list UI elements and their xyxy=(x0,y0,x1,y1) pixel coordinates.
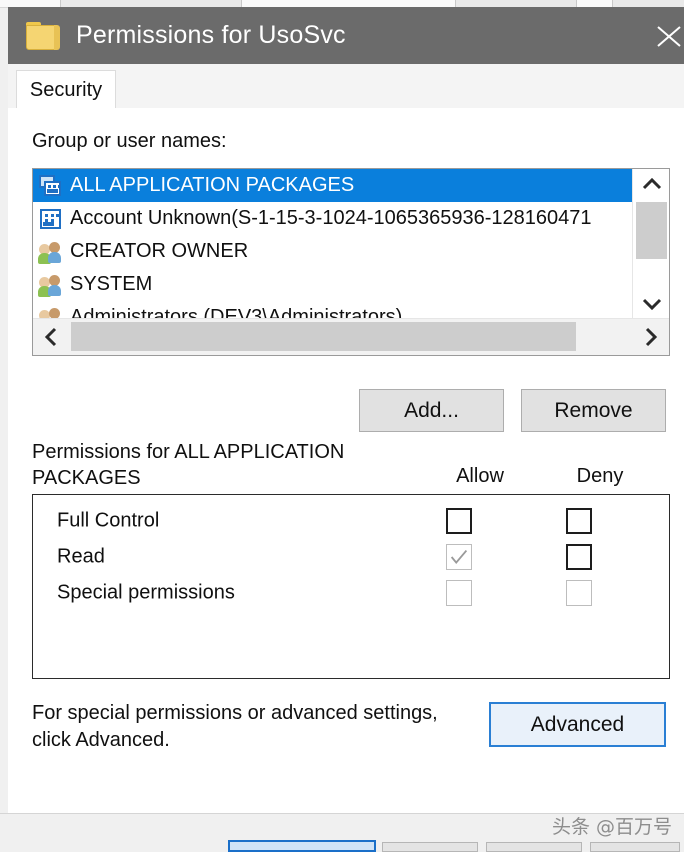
background-strip-notch xyxy=(612,0,684,7)
permissions-for-label: Permissions for ALL APPLICATION PACKAGES xyxy=(32,441,345,489)
chevron-right-icon xyxy=(645,327,658,346)
tab-security-label: Security xyxy=(29,78,103,101)
horizontal-scrollbar-thumb[interactable] xyxy=(71,322,576,351)
chevron-down-icon xyxy=(642,298,661,311)
permission-name: Read xyxy=(57,545,105,568)
add-button-label: Add... xyxy=(404,398,459,422)
permission-name: Full Control xyxy=(57,509,160,532)
folder-icon xyxy=(26,21,60,50)
window-title: Permissions for UsoSvc xyxy=(76,21,346,49)
advanced-hint-text: For special permissions or advanced sett… xyxy=(32,702,438,751)
group-list-items: ALL APPLICATION PACKAGES Account Unknown… xyxy=(33,169,632,319)
remove-button-label: Remove xyxy=(554,398,633,422)
list-item[interactable]: ALL APPLICATION PACKAGES xyxy=(33,169,632,202)
list-item-label: ALL APPLICATION PACKAGES xyxy=(70,174,355,196)
group-icon xyxy=(38,306,63,319)
allow-checkbox-full-control[interactable] xyxy=(446,508,472,534)
list-item-label: Account Unknown(S-1-15-3-1024-1065365936… xyxy=(70,207,592,229)
advanced-button-label: Advanced xyxy=(530,712,625,736)
deny-column-header: Deny xyxy=(576,465,624,487)
list-item[interactable]: Account Unknown(S-1-15-3-1024-1065365936… xyxy=(33,202,632,235)
scroll-up-button[interactable] xyxy=(633,169,670,199)
allow-checkbox-special-permissions xyxy=(446,580,472,606)
package-icon xyxy=(39,174,63,198)
scroll-right-button[interactable] xyxy=(633,319,669,354)
vertical-scrollbar-thumb[interactable] xyxy=(636,202,667,259)
checkmark-icon xyxy=(450,549,468,564)
remove-button[interactable]: Remove xyxy=(521,389,666,432)
advanced-button[interactable]: Advanced xyxy=(489,702,666,747)
list-item[interactable]: CREATOR OWNER xyxy=(33,235,632,268)
chevron-left-icon xyxy=(44,327,57,346)
chevron-up-icon xyxy=(642,177,661,190)
deny-checkbox-special-permissions xyxy=(566,580,592,606)
package-icon xyxy=(39,207,63,231)
permissions-dialog-window: Permissions for UsoSvc Security Group or… xyxy=(0,0,684,852)
horizontal-scrollbar[interactable] xyxy=(33,318,669,355)
add-button[interactable]: Add... xyxy=(359,389,504,432)
scroll-left-button[interactable] xyxy=(33,319,69,354)
watermark: 头条 @百万号 xyxy=(551,816,672,838)
tab-security[interactable]: Security xyxy=(16,70,116,109)
group-or-user-names-listbox[interactable]: ALL APPLICATION PACKAGES Account Unknown… xyxy=(32,168,670,356)
group-icon xyxy=(38,240,63,264)
allow-column-header: Allow xyxy=(456,465,504,487)
title-bar: Permissions for UsoSvc xyxy=(8,7,684,64)
list-item[interactable]: SYSTEM xyxy=(33,268,632,301)
permission-name: Special permissions xyxy=(57,581,235,604)
close-icon xyxy=(657,25,681,47)
permissions-table: Full Control Read Special permissions xyxy=(32,494,670,679)
background-strip-notch xyxy=(60,0,242,7)
security-tab-page: Group or user names: ALL APPLICATION PAC… xyxy=(8,108,684,813)
vertical-scrollbar[interactable] xyxy=(632,169,669,319)
list-item-label: SYSTEM xyxy=(70,273,153,295)
close-button[interactable] xyxy=(646,7,684,64)
tab-strip: Security xyxy=(8,64,684,110)
deny-checkbox-full-control[interactable] xyxy=(566,508,592,534)
scroll-down-button[interactable] xyxy=(633,289,670,319)
table-row: Read xyxy=(33,539,669,575)
table-row: Special permissions xyxy=(33,575,669,611)
list-item-label: CREATOR OWNER xyxy=(70,240,249,262)
background-strip-notch xyxy=(455,0,577,7)
list-item[interactable]: Administrators (DEV3\Administrators) xyxy=(33,301,632,319)
table-row: Full Control xyxy=(33,503,669,539)
ok-button-sliver[interactable] xyxy=(228,840,376,852)
deny-checkbox-read[interactable] xyxy=(566,544,592,570)
group-icon xyxy=(38,273,63,297)
group-or-user-names-label: Group or user names: xyxy=(32,130,227,152)
allow-checkbox-read[interactable] xyxy=(446,544,472,570)
